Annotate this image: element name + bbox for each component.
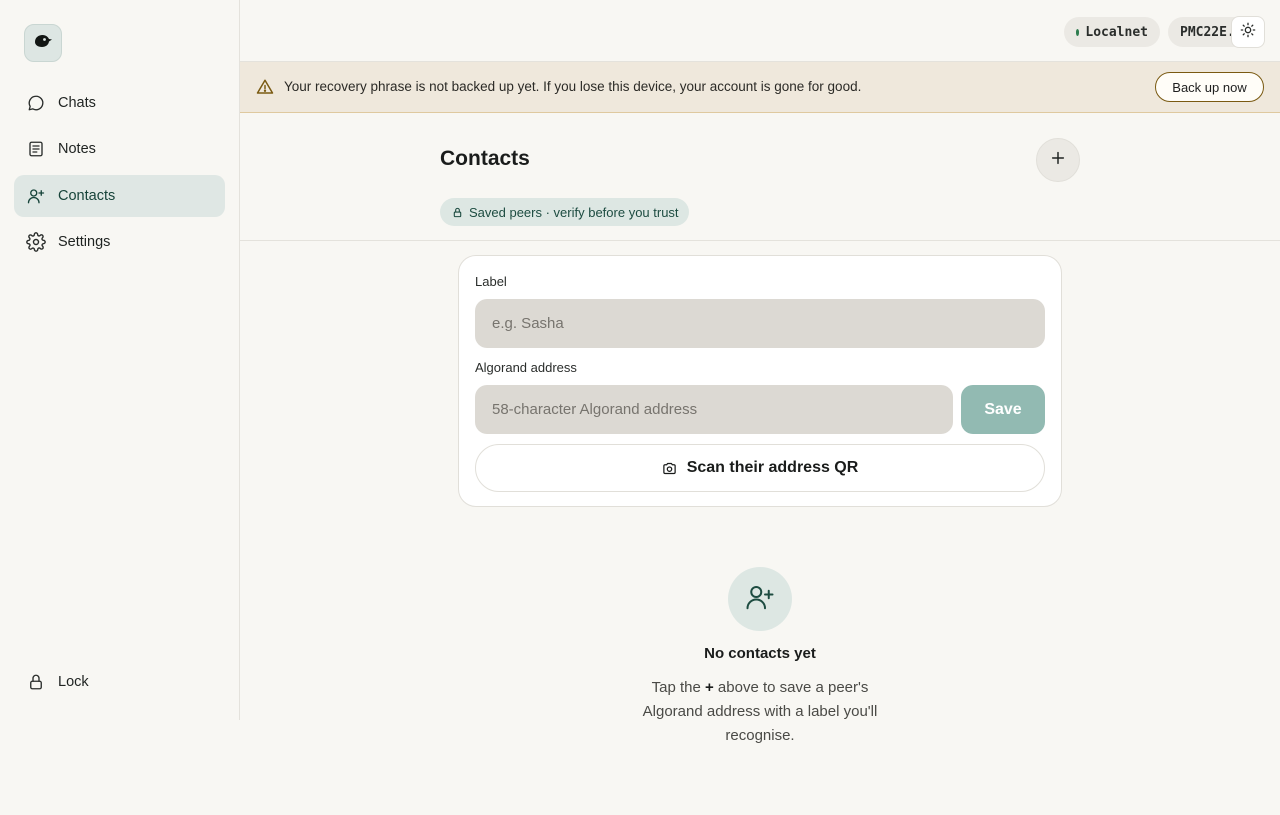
empty-desc-before: Tap the (651, 679, 705, 696)
banner-message: Your recovery phrase is not backed up ye… (284, 79, 862, 94)
scan-qr-button[interactable]: Scan their address QR (475, 444, 1045, 492)
badge-text: Saved peers · verify before you trust (469, 204, 679, 220)
user-plus-icon (26, 186, 46, 206)
scan-label: Scan their address QR (686, 459, 859, 476)
sidebar-item-label: Chats (58, 95, 96, 111)
empty-state-icon-circle (728, 567, 792, 631)
label-field-title: Label (475, 274, 507, 289)
page-header: Contacts Saved peers · verify before you… (240, 113, 1280, 241)
empty-desc-plus: + (704, 679, 714, 696)
backup-warning-banner: Your recovery phrase is not backed up ye… (240, 62, 1280, 113)
sidebar-item-chats[interactable]: Chats (14, 82, 225, 124)
empty-state-description: Tap the + above to save a peer's Algoran… (620, 676, 900, 748)
sidebar-item-label: Settings (58, 234, 111, 250)
status-badge: Saved peers · verify before you trust (440, 198, 689, 226)
bird-logo-icon (33, 33, 53, 54)
lock-icon (26, 672, 46, 692)
add-contact-button[interactable] (1036, 138, 1080, 182)
lock-icon (452, 207, 463, 218)
user-plus-icon (745, 582, 775, 617)
network-name: Localnet (1085, 24, 1148, 40)
network-pill[interactable]: Localnet (1064, 17, 1160, 47)
label-input[interactable] (475, 299, 1045, 348)
sidebar-item-label: Contacts (58, 188, 116, 204)
sidebar-item-settings[interactable]: Settings (14, 221, 225, 263)
save-button[interactable]: Save (961, 385, 1045, 434)
lock-button[interactable]: Lock (14, 661, 225, 703)
sidebar-item-contacts[interactable]: Contacts (14, 175, 225, 217)
sidebar-item-notes[interactable]: Notes (14, 128, 225, 170)
sidebar-item-label: Notes (58, 141, 96, 157)
gear-icon (26, 232, 46, 252)
app-logo[interactable] (24, 24, 62, 62)
page-title: Contacts (440, 147, 530, 170)
camera-icon (662, 461, 677, 476)
top-bar: Localnet PMC22E... (240, 0, 1280, 62)
empty-state-title: No contacts yet (704, 645, 816, 662)
lock-label: Lock (58, 674, 89, 690)
plus-icon (1050, 150, 1066, 171)
warning-triangle-icon (256, 78, 274, 96)
sidebar: Chats Notes Contacts Settings Lock (0, 0, 240, 720)
theme-toggle-button[interactable] (1231, 16, 1265, 48)
sun-icon (1240, 22, 1256, 43)
add-contact-form: Label Algorand address Save Scan their a… (458, 255, 1062, 507)
chat-bubble-icon (26, 93, 46, 113)
address-input[interactable] (475, 385, 953, 434)
address-field-title: Algorand address (475, 360, 577, 375)
note-icon (26, 139, 46, 159)
back-up-now-button[interactable]: Back up now (1155, 72, 1264, 102)
status-dot-icon (1076, 28, 1080, 36)
